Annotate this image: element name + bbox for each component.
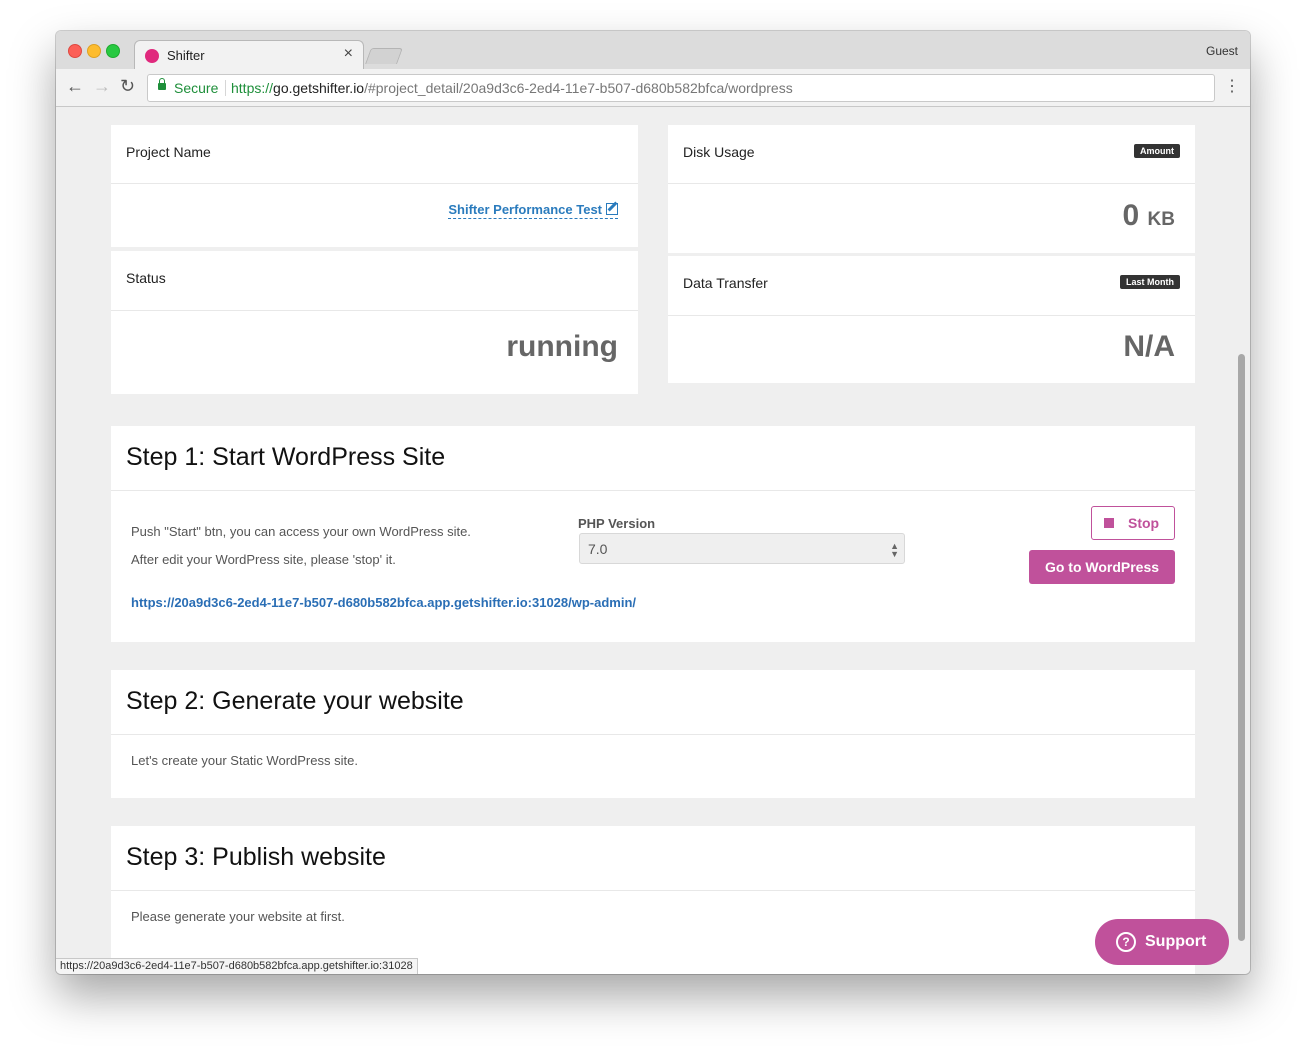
- support-label: Support: [1145, 933, 1207, 950]
- stop-button[interactable]: Stop: [1091, 506, 1175, 540]
- step3-card: Step 3: Publish website Please generate …: [111, 826, 1195, 974]
- disk-usage-header: Disk Usage Amount: [668, 125, 1195, 184]
- disk-usage-unit: KB: [1147, 209, 1175, 230]
- project-name-link[interactable]: Shifter Performance Test: [448, 202, 618, 219]
- status-value: running: [506, 330, 618, 363]
- profile-guest[interactable]: Guest: [1206, 44, 1238, 58]
- step1-card: Step 1: Start WordPress Site Push "Start…: [111, 426, 1195, 642]
- project-name-value: Shifter Performance Test: [448, 202, 602, 217]
- lock-icon: [158, 78, 166, 90]
- status-label: Status: [126, 270, 166, 286]
- wp-admin-link[interactable]: https://20a9d3c6-2ed4-11e7-b507-d680b582…: [131, 595, 636, 610]
- project-name-label: Project Name: [126, 144, 211, 160]
- step1-text-start: Push "Start" btn, you can access your ow…: [131, 524, 471, 539]
- url-path: /#project_detail/20a9d3c6-2ed4-11e7-b507…: [364, 80, 793, 96]
- status-bar-url: https://20a9d3c6-2ed4-11e7-b507-d680b582…: [56, 958, 418, 974]
- step2-header: Step 2: Generate your website: [111, 670, 1195, 735]
- project-name-card: Project Name Shifter Performance Test: [111, 125, 638, 247]
- project-name-header: Project Name: [111, 125, 638, 184]
- step1-title: Step 1: Start WordPress Site: [126, 443, 446, 471]
- browser-menu-icon[interactable]: ⋮: [1224, 78, 1240, 96]
- step2-title: Step 2: Generate your website: [126, 687, 464, 715]
- disk-usage-label: Disk Usage: [683, 144, 755, 160]
- url-text: https://go.getshifter.io/#project_detail…: [231, 75, 793, 101]
- data-transfer-label: Data Transfer: [683, 275, 768, 291]
- data-transfer-value: N/A: [1123, 330, 1175, 363]
- address-bar[interactable]: Secure https://go.getshifter.io/#project…: [147, 74, 1215, 102]
- last-month-badge: Last Month: [1120, 275, 1180, 289]
- disk-usage-value: 0 KB: [1123, 199, 1175, 233]
- url-host: go.getshifter.io: [273, 80, 365, 96]
- disk-usage-number: 0: [1122, 199, 1140, 232]
- step1-header: Step 1: Start WordPress Site: [111, 426, 1195, 491]
- browser-tab[interactable]: Shifter ×: [134, 40, 364, 71]
- disk-usage-card: Disk Usage Amount 0 KB: [668, 125, 1195, 253]
- close-window-button[interactable]: [68, 44, 82, 58]
- forward-arrow-icon[interactable]: →: [93, 76, 111, 96]
- url-divider: [225, 80, 226, 96]
- browser-toolbar: ← → ↻ Secure https://go.getshifter.io/#p…: [56, 69, 1250, 107]
- new-tab-button[interactable]: [365, 48, 403, 64]
- stop-icon: [1104, 518, 1114, 528]
- scrollbar-thumb[interactable]: [1238, 354, 1245, 941]
- step1-text-stop: After edit your WordPress site, please '…: [131, 552, 396, 567]
- data-transfer-card: Data Transfer Last Month N/A: [668, 256, 1195, 383]
- tab-title: Shifter: [167, 48, 205, 63]
- minimize-window-button[interactable]: [87, 44, 101, 58]
- status-header: Status: [111, 251, 638, 311]
- go-to-wordpress-button[interactable]: Go to WordPress: [1029, 550, 1175, 584]
- title-bar: Shifter × Guest: [56, 31, 1250, 71]
- step2-text: Let's create your Static WordPress site.: [131, 753, 358, 768]
- amount-badge: Amount: [1134, 144, 1180, 158]
- shifter-favicon-icon: [145, 49, 159, 63]
- support-button[interactable]: ? Support: [1095, 919, 1229, 965]
- edit-icon: [606, 203, 618, 215]
- step3-title: Step 3: Publish website: [126, 843, 386, 871]
- status-card: Status running: [111, 251, 638, 394]
- step3-header: Step 3: Publish website: [111, 826, 1195, 891]
- back-arrow-icon[interactable]: ←: [66, 76, 84, 96]
- php-version-label: PHP Version: [578, 516, 656, 531]
- browser-window: Shifter × Guest ← → ↻ Secure https://go.…: [56, 31, 1250, 974]
- page-content: Project Name Shifter Performance Test St…: [56, 107, 1250, 974]
- reload-icon[interactable]: ↻: [120, 76, 135, 96]
- data-transfer-header: Data Transfer Last Month: [668, 256, 1195, 316]
- step2-card: Step 2: Generate your website Let's crea…: [111, 670, 1195, 798]
- php-version-select[interactable]: 7.0 ▲ ▼: [579, 533, 905, 564]
- step3-text: Please generate your website at first.: [131, 909, 345, 924]
- select-arrows-icon: ▲ ▼: [890, 541, 899, 559]
- tab-close-icon[interactable]: ×: [344, 45, 353, 63]
- secure-label: Secure: [174, 80, 219, 96]
- maximize-window-button[interactable]: [106, 44, 120, 58]
- url-scheme: https://: [231, 80, 274, 96]
- help-icon: ?: [1116, 932, 1136, 952]
- php-version-value: 7.0: [588, 541, 608, 557]
- stop-button-label: Stop: [1128, 515, 1160, 531]
